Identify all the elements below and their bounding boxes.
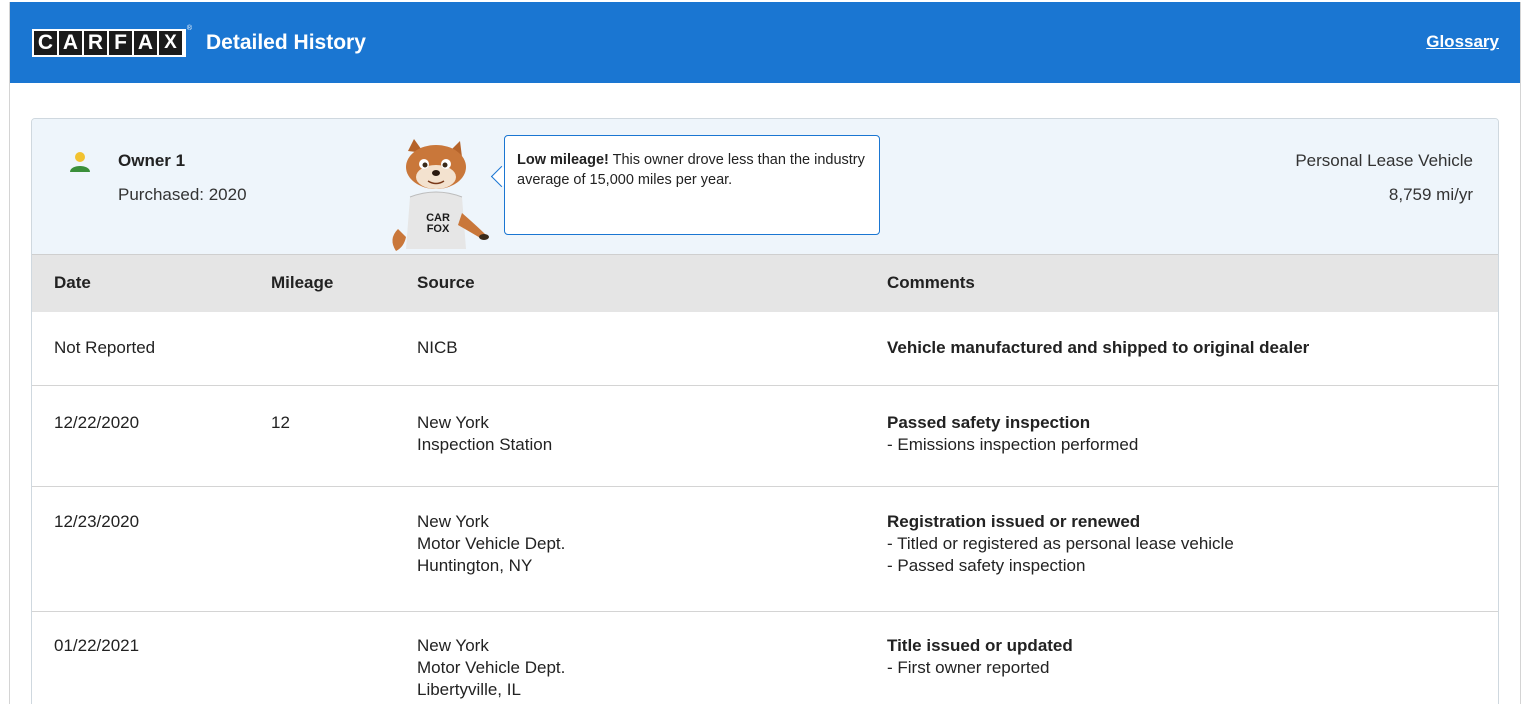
- carfox-mascot: CAR FOX: [392, 139, 489, 251]
- low-mileage-bubble: Low mileage! This owner drove less than …: [504, 135, 880, 235]
- header-comments: Comments: [887, 273, 975, 292]
- row-comments: Registration issued or renewed - Titled …: [887, 511, 1234, 577]
- source-line: Huntington, NY: [417, 556, 533, 575]
- glossary-link[interactable]: Glossary: [1426, 32, 1499, 52]
- page-title: Detailed History: [206, 30, 366, 54]
- row-source: NICB: [417, 337, 458, 359]
- miles-per-year: 8,759 mi/yr: [1388, 185, 1473, 204]
- header-date: Date: [54, 273, 91, 292]
- carfax-logo: C A R F A X ®: [32, 25, 192, 57]
- svg-text:FOX: FOX: [427, 223, 450, 235]
- owner-purchased: Purchased: 2020: [118, 185, 247, 204]
- source-line: New York: [417, 512, 489, 531]
- logo-letter: C: [34, 30, 57, 55]
- source-line: New York: [417, 413, 489, 432]
- row-comments: Vehicle manufactured and shipped to orig…: [887, 337, 1309, 359]
- logo-letter: R: [84, 30, 107, 55]
- row-date: 12/23/2020: [54, 512, 140, 531]
- table-row: Not Reported NICB Vehicle manufactured a…: [32, 311, 1498, 386]
- source-line: Motor Vehicle Dept.: [417, 534, 566, 553]
- comment-line: - Passed safety inspection: [887, 556, 1086, 575]
- logo-letter: X: [159, 30, 182, 55]
- top-bar: C A R F A X ® Detailed History Glossary: [10, 2, 1520, 83]
- source-line: Inspection Station: [417, 435, 553, 454]
- comment-line: - Emissions inspection performed: [887, 435, 1139, 454]
- logo-registered-mark: ®: [186, 24, 192, 32]
- table-row: 12/23/2020 New York Motor Vehicle Dept. …: [32, 487, 1498, 612]
- bubble-bold-text: Low mileage!: [517, 152, 609, 168]
- row-mileage: 12: [271, 413, 290, 432]
- vehicle-type: Personal Lease Vehicle: [1295, 151, 1473, 170]
- row-date: Not Reported: [54, 338, 156, 357]
- comment-title: Vehicle manufactured and shipped to orig…: [887, 338, 1310, 357]
- logo-letter: A: [134, 30, 157, 55]
- source-line: Motor Vehicle Dept.: [417, 658, 566, 677]
- logo-letter: F: [109, 30, 132, 55]
- source-line: New York: [417, 636, 489, 655]
- header-mileage: Mileage: [271, 273, 334, 292]
- table-row: 01/22/2021 New York Motor Vehicle Dept. …: [32, 612, 1498, 704]
- comment-line: - Titled or registered as personal lease…: [887, 534, 1234, 553]
- owner-history-card: Owner 1 Purchased: 2020 CAR FOX Low mile…: [31, 118, 1499, 704]
- owner-name: Owner 1: [118, 151, 186, 170]
- source-line: NICB: [417, 338, 458, 357]
- row-source: New York Motor Vehicle Dept. Huntington,…: [417, 511, 565, 577]
- row-comments: Title issued or updated - First owner re…: [887, 635, 1073, 679]
- row-date: 12/22/2020: [54, 413, 140, 432]
- header-source: Source: [417, 273, 475, 292]
- comment-title: Registration issued or renewed: [887, 512, 1141, 531]
- comment-title: Passed safety inspection: [887, 413, 1091, 432]
- person-icon: [70, 152, 90, 172]
- row-comments: Passed safety inspection - Emissions ins…: [887, 412, 1138, 456]
- row-date: 01/22/2021: [54, 636, 140, 655]
- owner-summary-panel: Owner 1 Purchased: 2020 CAR FOX Low mile…: [32, 119, 1498, 254]
- report-frame: C A R F A X ® Detailed History Glossary …: [9, 2, 1521, 704]
- comment-line: - First owner reported: [887, 658, 1050, 677]
- logo-letter: A: [59, 30, 82, 55]
- row-source: New York Inspection Station: [417, 412, 552, 456]
- comment-title: Title issued or updated: [887, 636, 1073, 655]
- source-line: Libertyville, IL: [417, 680, 521, 699]
- row-source: New York Motor Vehicle Dept. Libertyvill…: [417, 635, 565, 701]
- table-row: 12/22/2020 12 New York Inspection Statio…: [32, 386, 1498, 487]
- history-table-header: Date Mileage Source Comments: [32, 254, 1498, 312]
